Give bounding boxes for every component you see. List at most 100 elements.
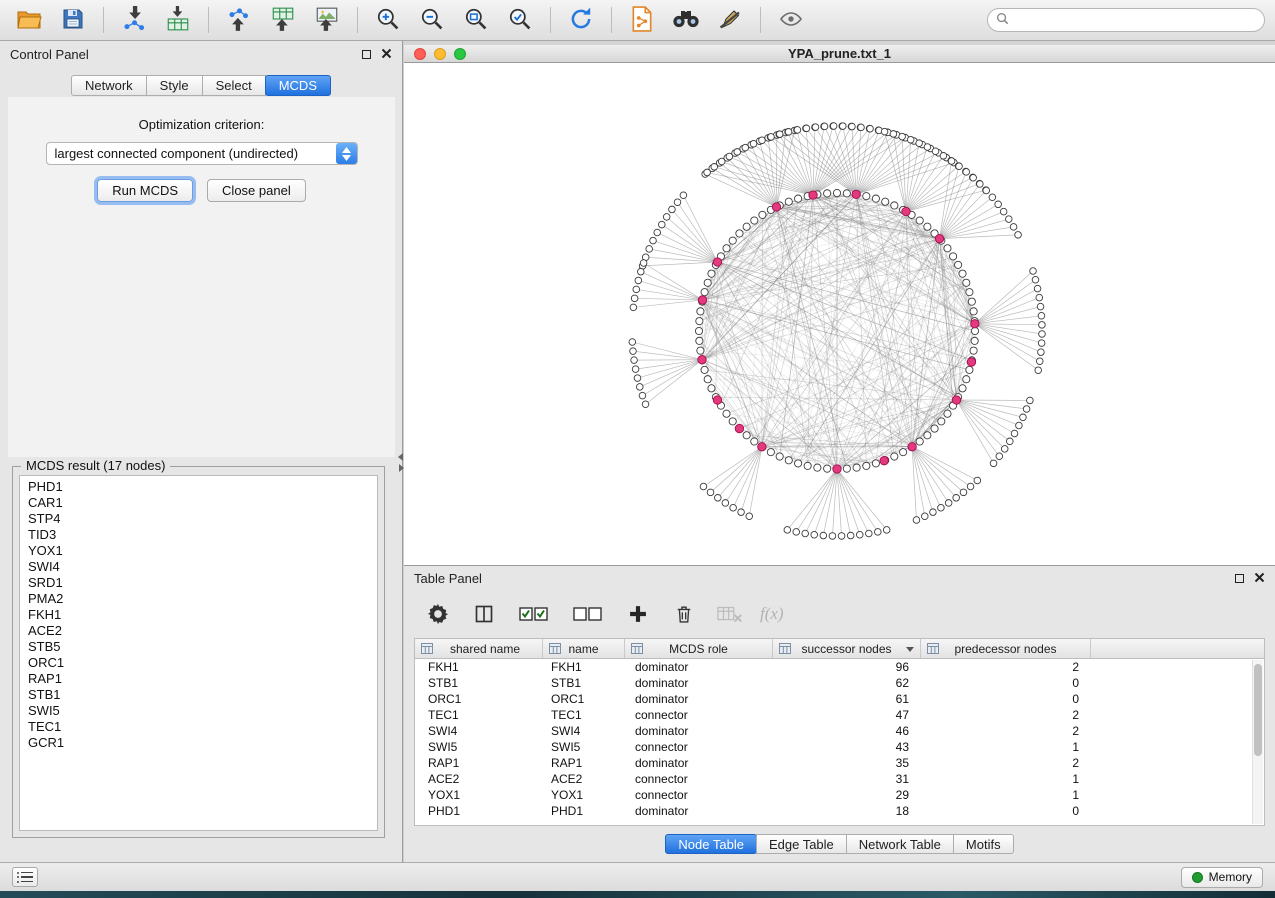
- list-item[interactable]: PMA2: [20, 591, 377, 607]
- tab-node-table[interactable]: Node Table: [665, 834, 757, 854]
- sort-descending-icon[interactable]: [906, 647, 914, 652]
- tab-mcds[interactable]: MCDS: [265, 75, 331, 96]
- hide-graphics-details-button[interactable]: [711, 4, 749, 36]
- tab-network-table[interactable]: Network Table: [846, 834, 954, 854]
- zoom-fit-button[interactable]: [457, 4, 495, 36]
- memory-button[interactable]: Memory: [1181, 867, 1263, 888]
- list-item[interactable]: SWI4: [20, 559, 377, 575]
- columns-icon: [474, 604, 494, 624]
- plus-icon: [628, 604, 648, 624]
- list-item[interactable]: SWI5: [20, 703, 377, 719]
- network-window-titlebar[interactable]: YPA_prune.txt_1: [404, 45, 1275, 63]
- table-row[interactable]: PHD1PHD1dominator180: [415, 803, 1264, 819]
- list-item[interactable]: TID3: [20, 527, 377, 543]
- close-panel-icon[interactable]: [381, 47, 392, 62]
- import-network-button[interactable]: [115, 4, 153, 36]
- zoom-in-icon: [375, 6, 401, 35]
- column-type-icon: [927, 643, 939, 657]
- list-item[interactable]: ACE2: [20, 623, 377, 639]
- column-label: shared name: [450, 642, 520, 656]
- show-columns-button[interactable]: [468, 598, 500, 630]
- close-panel-icon[interactable]: [1254, 571, 1265, 586]
- optimization-select[interactable]: largest connected component (undirected): [46, 142, 358, 165]
- list-item[interactable]: CAR1: [20, 495, 377, 511]
- table-row[interactable]: SWI5SWI5connector431: [415, 739, 1264, 755]
- control-panel-title: Control Panel: [10, 47, 89, 62]
- search-field[interactable]: [987, 8, 1265, 32]
- mcds-result-list[interactable]: PHD1 CAR1 STP4 TID3 YOX1 SWI4 SRD1 PMA2 …: [19, 475, 378, 831]
- select-all-button[interactable]: [514, 598, 554, 630]
- table-row[interactable]: SWI4SWI4dominator462: [415, 723, 1264, 739]
- deselect-all-button[interactable]: [568, 598, 608, 630]
- list-item[interactable]: STP4: [20, 511, 377, 527]
- list-item[interactable]: FKH1: [20, 607, 377, 623]
- memory-status-icon: [1192, 872, 1203, 883]
- export-network-button[interactable]: [220, 4, 258, 36]
- export-image-button[interactable]: [308, 4, 346, 36]
- list-item[interactable]: PHD1: [20, 479, 377, 495]
- import-table-icon: [165, 6, 191, 35]
- hide-details-icon: [717, 7, 743, 34]
- list-item[interactable]: SRD1: [20, 575, 377, 591]
- tab-edge-table[interactable]: Edge Table: [756, 834, 847, 854]
- column-header-shared-name[interactable]: shared name: [415, 639, 543, 658]
- tab-network[interactable]: Network: [71, 75, 147, 96]
- float-panel-icon[interactable]: [362, 50, 371, 59]
- scrollbar-thumb[interactable]: [1254, 664, 1262, 756]
- save-session-button[interactable]: [54, 4, 92, 36]
- open-session-button[interactable]: [10, 4, 48, 36]
- table-row[interactable]: FKH1FKH1dominator962: [415, 659, 1264, 675]
- table-settings-button[interactable]: [422, 598, 454, 630]
- table-row[interactable]: RAP1RAP1dominator352: [415, 755, 1264, 771]
- column-header-mcds-role[interactable]: MCDS role: [625, 639, 773, 658]
- run-mcds-button[interactable]: Run MCDS: [97, 179, 193, 202]
- show-hide-eye-button[interactable]: [772, 4, 810, 36]
- tab-select[interactable]: Select: [202, 75, 266, 96]
- list-item[interactable]: STB5: [20, 639, 377, 655]
- zoom-selected-icon: [507, 6, 533, 35]
- zoom-in-button[interactable]: [369, 4, 407, 36]
- list-item[interactable]: STB1: [20, 687, 377, 703]
- table-scrollbar[interactable]: [1252, 660, 1263, 824]
- tab-style[interactable]: Style: [146, 75, 203, 96]
- toolbar-separator: [208, 7, 209, 33]
- column-header-successor-nodes[interactable]: successor nodes: [773, 639, 921, 658]
- float-panel-icon[interactable]: [1235, 574, 1244, 583]
- tab-motifs[interactable]: Motifs: [953, 834, 1014, 854]
- column-header-name[interactable]: name: [543, 639, 625, 658]
- list-item[interactable]: ORC1: [20, 655, 377, 671]
- add-column-button[interactable]: [622, 598, 654, 630]
- network-graph[interactable]: [404, 63, 1275, 565]
- search-input[interactable]: [1015, 13, 1256, 27]
- network-canvas[interactable]: [404, 63, 1275, 565]
- table-row[interactable]: YOX1YOX1connector291: [415, 787, 1264, 803]
- list-item[interactable]: TEC1: [20, 719, 377, 735]
- table-row[interactable]: ACE2ACE2connector311: [415, 771, 1264, 787]
- binoculars-icon: [672, 7, 700, 34]
- binoculars-search-button[interactable]: [667, 4, 705, 36]
- list-item[interactable]: GCR1: [20, 735, 377, 751]
- column-label: name: [568, 642, 598, 656]
- refresh-view-button[interactable]: [562, 4, 600, 36]
- import-table-button[interactable]: [159, 4, 197, 36]
- table-row[interactable]: STB1STB1dominator620: [415, 675, 1264, 691]
- status-bar: Memory: [0, 862, 1275, 891]
- list-item[interactable]: YOX1: [20, 543, 377, 559]
- zoom-selected-button[interactable]: [501, 4, 539, 36]
- table-row[interactable]: ORC1ORC1dominator610: [415, 691, 1264, 707]
- column-header-predecessor-nodes[interactable]: predecessor nodes: [921, 639, 1091, 658]
- table-header-row: shared name name MCDS role successo: [415, 639, 1264, 659]
- share-document-button[interactable]: [623, 4, 661, 36]
- column-label: successor nodes: [801, 642, 891, 656]
- export-table-button[interactable]: [264, 4, 302, 36]
- toolbar-separator: [760, 7, 761, 33]
- mcds-tab-content: Optimization criterion: largest connecte…: [8, 97, 395, 457]
- close-panel-button[interactable]: Close panel: [207, 179, 306, 202]
- table-panel-titlebar: Table Panel: [404, 566, 1275, 590]
- optimization-criterion-label: Optimization criterion:: [8, 117, 395, 132]
- zoom-out-button[interactable]: [413, 4, 451, 36]
- table-row[interactable]: TEC1TEC1connector472: [415, 707, 1264, 723]
- list-item[interactable]: RAP1: [20, 671, 377, 687]
- delete-columns-button[interactable]: [668, 598, 700, 630]
- status-menu-button[interactable]: [12, 867, 38, 887]
